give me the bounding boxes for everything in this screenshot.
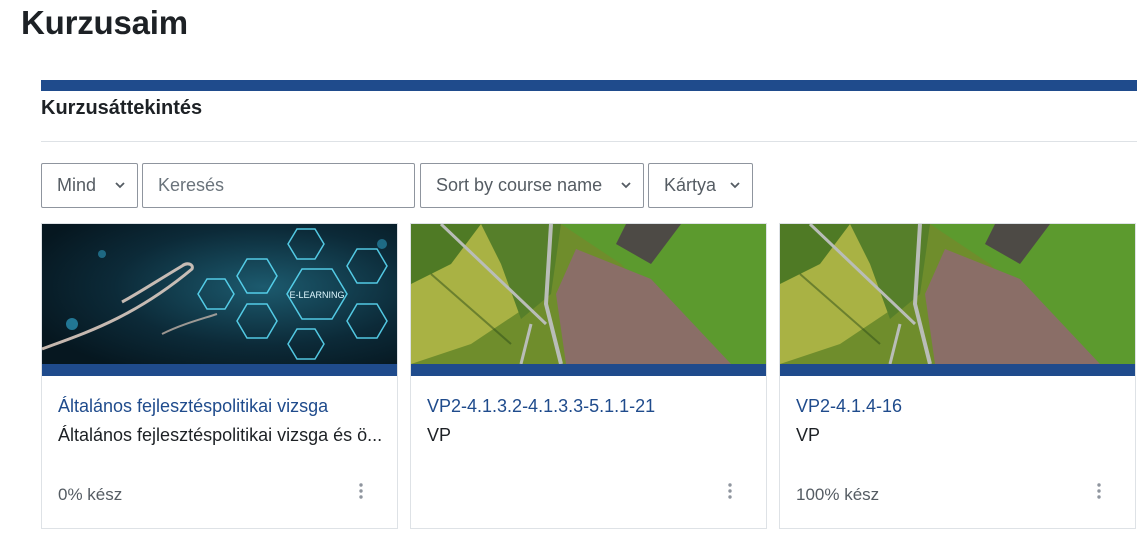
chevron-down-icon <box>115 181 125 191</box>
course-actions-menu-icon[interactable] <box>351 483 371 503</box>
course-card[interactable]: VP2-4.1.3.2-4.1.3.3-5.1.1-21 VP <box>410 223 767 529</box>
course-card[interactable]: E-LEARNING Általános fejlesztéspolitikai… <box>41 223 398 529</box>
view-dropdown[interactable]: Kártya <box>648 163 753 208</box>
search-field[interactable] <box>142 163 415 208</box>
course-image-aerial-farmland[interactable] <box>780 224 1135 364</box>
chevron-down-icon <box>621 181 631 191</box>
block-divider <box>41 141 1137 142</box>
page-title: Kurzusaim <box>21 4 188 41</box>
card-accent-band <box>780 364 1135 376</box>
card-accent-band <box>411 364 766 376</box>
grouping-label: Mind <box>57 175 97 195</box>
course-summary: VP <box>427 425 452 445</box>
course-name-link[interactable]: VP2-4.1.4-16 <box>796 396 902 417</box>
course-name-link[interactable]: Általános fejlesztéspolitikai vizsga <box>58 396 328 417</box>
course-overview-block: Kurzusáttekintés Mind Sort by course nam… <box>41 80 1137 529</box>
e-learning-caption: E-LEARNING <box>289 290 344 300</box>
course-image-e-learning[interactable]: E-LEARNING <box>42 224 397 364</box>
course-summary: Általános fejlesztéspolitikai vizsga és … <box>58 425 383 445</box>
course-progress: 100% kész <box>796 485 880 504</box>
chevron-down-icon <box>730 181 740 191</box>
card-accent-band <box>42 364 397 376</box>
search-input[interactable] <box>158 175 398 196</box>
grouping-dropdown[interactable]: Mind <box>41 163 138 208</box>
course-name-link[interactable]: VP2-4.1.3.2-4.1.3.3-5.1.1-21 <box>427 396 655 417</box>
block-accent-bar <box>41 80 1137 91</box>
sort-label: Sort by course name <box>436 175 603 195</box>
block-title: Kurzusáttekintés <box>41 97 203 119</box>
sort-dropdown[interactable]: Sort by course name <box>420 163 644 208</box>
view-label: Kártya <box>664 175 717 195</box>
course-card[interactable]: VP2-4.1.4-16 VP 100% kész <box>779 223 1136 529</box>
course-actions-menu-icon[interactable] <box>1089 483 1109 503</box>
course-image-aerial-farmland[interactable] <box>411 224 766 364</box>
course-summary: VP <box>796 425 821 445</box>
course-progress: 0% kész <box>58 485 123 504</box>
course-actions-menu-icon[interactable] <box>720 483 740 503</box>
